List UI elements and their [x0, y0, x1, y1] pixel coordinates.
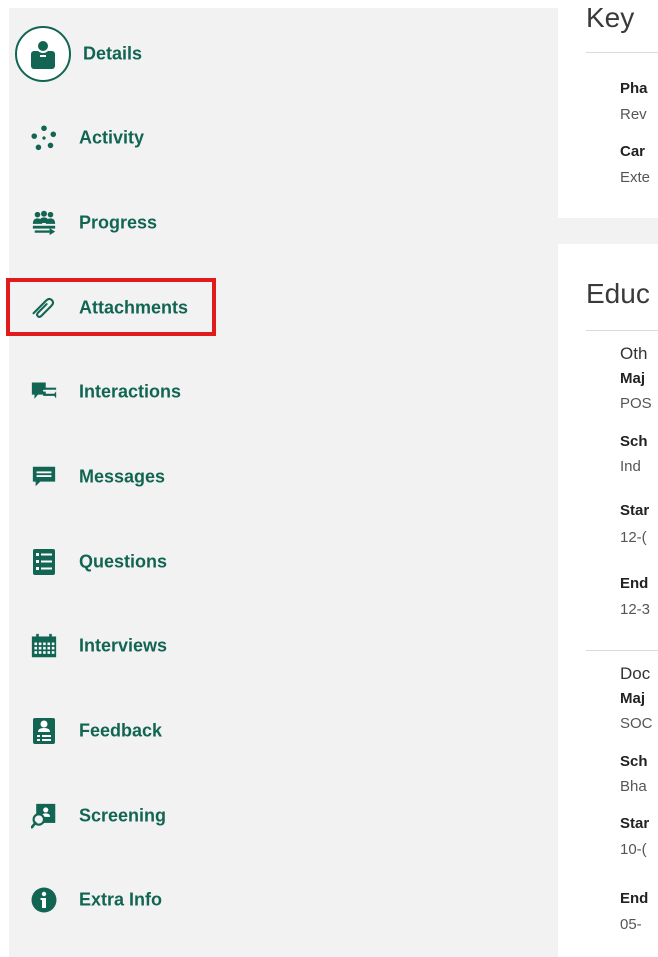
divider — [586, 52, 658, 53]
field-value: 12-( — [620, 529, 647, 546]
education-entry-title: Oth — [620, 344, 648, 363]
screening-icon — [31, 803, 57, 829]
divider — [586, 330, 658, 331]
field-value: Bha — [620, 778, 647, 795]
field-value: SOC — [620, 715, 653, 732]
field-label: Star — [620, 502, 650, 519]
sidebar-nav: Details Activity Progress Attachments In… — [9, 8, 558, 957]
activity-icon — [31, 125, 57, 151]
sidebar-item-activity[interactable]: Activity — [9, 108, 558, 168]
field-value: Ind — [620, 458, 641, 475]
education-section-title: Educ — [586, 278, 650, 309]
feedback-icon — [31, 718, 57, 744]
sidebar-item-extra-info[interactable]: Extra Info — [9, 870, 558, 930]
person-icon — [15, 26, 71, 82]
sidebar-item-feedback[interactable]: Feedback — [9, 701, 558, 761]
key-section-title: Key — [586, 2, 635, 33]
calendar-icon — [31, 633, 57, 659]
content-panel: Key Pha Rev Car Exte Educ Oth Maj POS Sc… — [558, 0, 658, 957]
education-section-card: Educ Oth Maj POS Sch Ind Star 12-( End 1… — [558, 244, 658, 957]
progress-icon — [31, 210, 57, 236]
key-section-card: Key Pha Rev Car Exte — [558, 0, 658, 218]
field-value: 05- — [620, 916, 642, 933]
field-label: End — [620, 890, 649, 907]
sidebar-item-label: Messages — [79, 466, 166, 487]
sidebar-item-label: Progress — [79, 212, 158, 233]
field-label: End — [620, 575, 649, 592]
sidebar-item-interviews[interactable]: Interviews — [9, 616, 558, 676]
interactions-icon — [31, 379, 57, 405]
field-value: 10-( — [620, 841, 647, 858]
field-label: Maj — [620, 370, 646, 387]
section-gap — [558, 218, 658, 244]
app-root: Details Activity Progress Attachments In… — [0, 0, 658, 957]
sidebar-item-details[interactable]: Details — [9, 24, 558, 84]
sidebar-item-label: Activity — [79, 127, 145, 148]
message-icon — [31, 464, 57, 490]
sidebar-item-screening[interactable]: Screening — [9, 786, 558, 846]
field-value: Rev — [620, 106, 647, 123]
field-value: POS — [620, 395, 652, 412]
education-entry-title: Doc — [620, 664, 651, 683]
field-label: Maj — [620, 690, 646, 707]
sidebar-item-label: Feedback — [79, 720, 163, 741]
divider — [586, 650, 658, 651]
sidebar-item-label: Interviews — [79, 635, 168, 656]
sidebar-item-messages[interactable]: Messages — [9, 447, 558, 507]
info-icon — [31, 887, 57, 913]
field-label: Car — [620, 143, 646, 160]
field-label: Pha — [620, 80, 648, 97]
checklist-icon — [31, 549, 57, 575]
sidebar-item-label: Screening — [79, 805, 167, 826]
field-value: 12-3 — [620, 601, 651, 618]
field-label: Sch — [620, 433, 648, 450]
highlight-box-attachments — [6, 278, 216, 336]
sidebar-item-label: Questions — [79, 551, 168, 572]
sidebar-item-progress[interactable]: Progress — [9, 193, 558, 253]
sidebar-item-label: Interactions — [79, 381, 182, 402]
sidebar-item-interactions[interactable]: Interactions — [9, 362, 558, 422]
field-label: Sch — [620, 753, 648, 770]
sidebar-item-questions[interactable]: Questions — [9, 532, 558, 592]
sidebar-item-label: Extra Info — [79, 889, 163, 910]
sidebar-item-label: Details — [83, 43, 143, 64]
field-value: Exte — [620, 169, 651, 186]
field-label: Star — [620, 815, 650, 832]
